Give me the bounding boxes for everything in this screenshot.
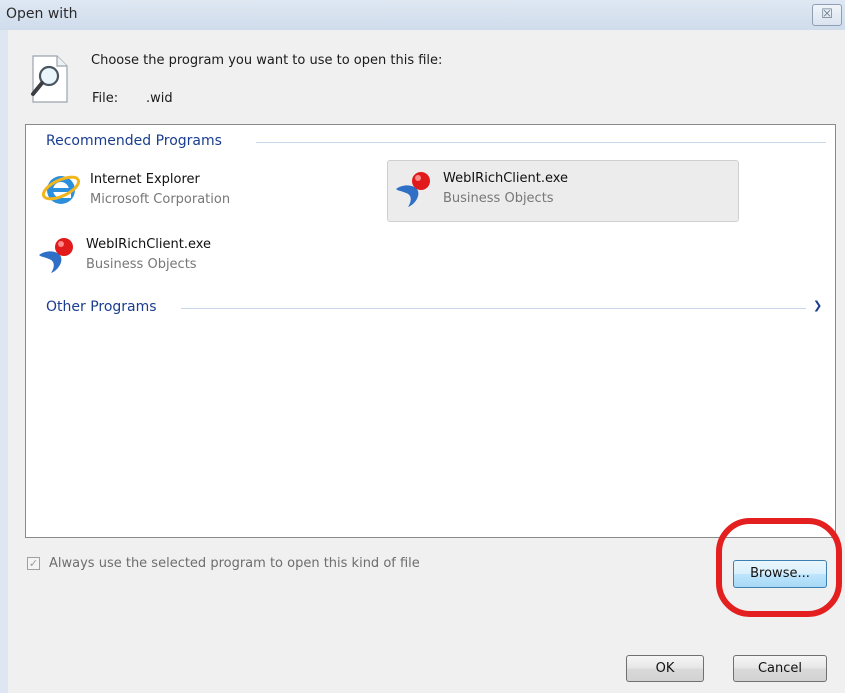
program-name: WebIRichClient.exe (443, 171, 569, 186)
prompt-text: Choose the program you want to use to op… (91, 53, 443, 68)
always-use-checkbox[interactable]: ✓ (27, 557, 40, 570)
title-bar: Open with ☒ (0, 0, 845, 30)
webi-rich-client-icon (39, 238, 73, 273)
close-button[interactable]: ☒ (812, 4, 842, 26)
close-icon: ☒ (821, 7, 833, 22)
cancel-button[interactable]: Cancel (733, 655, 827, 682)
magnifier-file-icon (31, 55, 68, 103)
chevron-down-icon[interactable]: ❯ (813, 299, 822, 312)
group-divider (256, 142, 826, 143)
program-publisher: Business Objects (443, 191, 554, 206)
internet-explorer-icon (41, 175, 81, 204)
program-name: Internet Explorer (90, 172, 200, 187)
highlight-annotation (716, 518, 842, 617)
program-name: WebIRichClient.exe (86, 237, 212, 252)
program-webi-rich-client[interactable]: WebIRichClient.exe Business Objects (30, 226, 290, 282)
always-use-label: Always use the selected program to open … (49, 556, 420, 571)
file-label: File: (92, 91, 119, 106)
program-webi-rich-client-selected[interactable]: WebIRichClient.exe Business Objects (387, 160, 739, 222)
program-publisher: Microsoft Corporation (90, 192, 231, 207)
program-publisher: Business Objects (86, 257, 197, 272)
group-divider (181, 308, 806, 309)
program-internet-explorer[interactable]: Internet Explorer Microsoft Corporation (34, 161, 294, 217)
ok-button[interactable]: OK (626, 655, 704, 682)
program-list[interactable]: Recommended Programs Internet Explorer M… (25, 124, 836, 538)
file-name: .wid (146, 91, 173, 106)
other-programs-header[interactable]: Other Programs (46, 299, 157, 315)
recommended-programs-header: Recommended Programs (46, 133, 222, 149)
webi-rich-client-icon (396, 172, 430, 207)
window-title: Open with (6, 6, 78, 22)
